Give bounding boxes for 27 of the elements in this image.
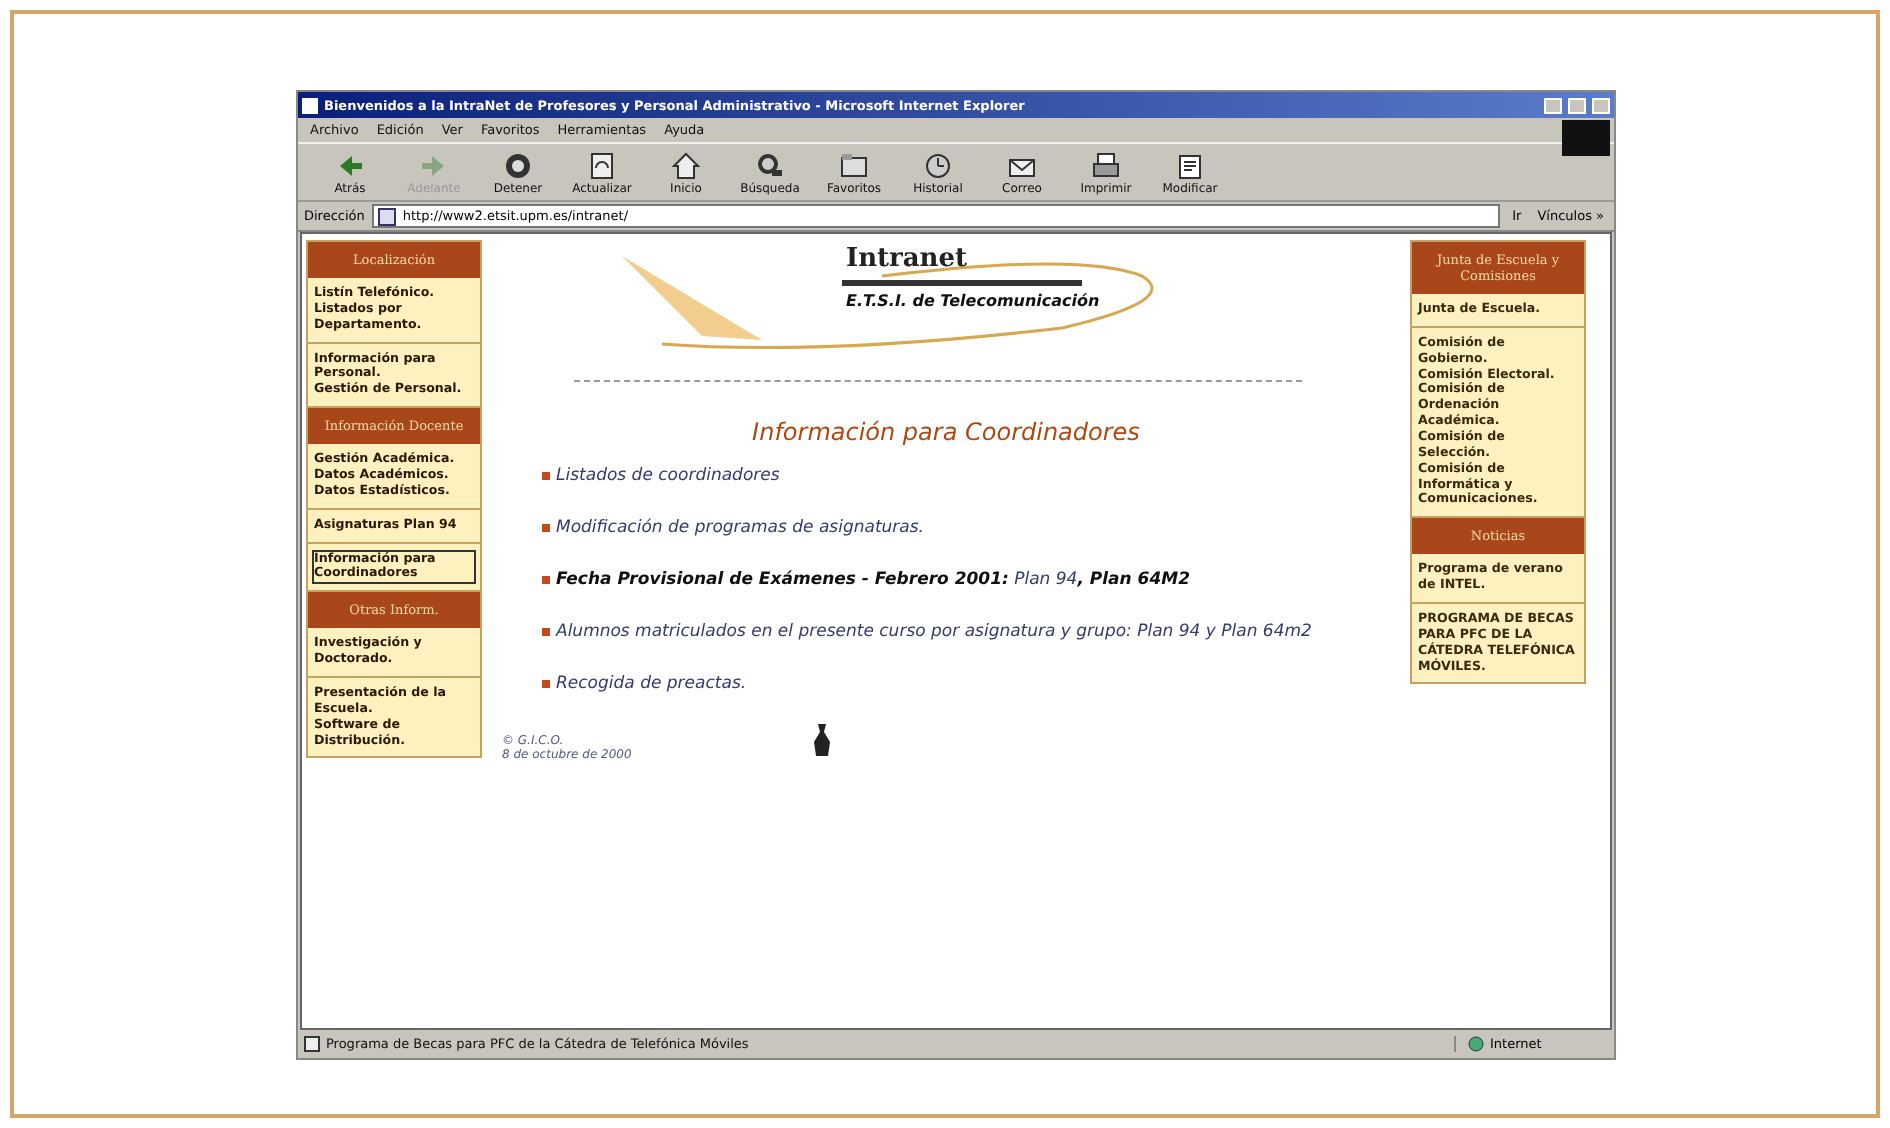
logo-title: Intranet xyxy=(846,244,968,274)
page-icon xyxy=(304,1036,320,1052)
maximize-button[interactable] xyxy=(1568,97,1586,113)
link-item[interactable]: Alumnos matriculados en el presente curso por asignatura y grupo: Plan 94 y Plan 64m2 xyxy=(556,622,1312,645)
bullet-icon xyxy=(542,628,550,637)
close-button[interactable] xyxy=(1592,97,1610,113)
search-icon xyxy=(752,149,788,181)
history-icon xyxy=(920,149,956,181)
print-icon xyxy=(1088,149,1124,181)
bullet-icon xyxy=(542,576,550,585)
link-item[interactable]: Recogida de preactas. xyxy=(556,674,747,697)
app-icon xyxy=(302,97,318,113)
link-item[interactable]: Modificación de programas de asignaturas. xyxy=(556,518,924,541)
logo-subtitle: E.T.S.I. de Telecomunicación xyxy=(846,292,1100,310)
figure-icon xyxy=(811,722,832,759)
link-item[interactable]: Listados de coordinadores xyxy=(556,466,780,489)
stop-icon xyxy=(500,149,536,181)
bullet-icon xyxy=(542,524,550,533)
page-heading: Información para Coordinadores xyxy=(750,418,1142,446)
link-item[interactable]: Fecha Provisional de Exámenes - Febrero 2001: Plan 94, Plan 64M2 xyxy=(556,570,1190,593)
home-icon xyxy=(668,149,704,181)
page-icon xyxy=(378,207,397,225)
favorites-icon xyxy=(836,149,872,181)
bullet-icon xyxy=(542,472,550,480)
globe-icon xyxy=(1468,1036,1484,1052)
minimize-button[interactable] xyxy=(1544,97,1562,113)
bullet-icon xyxy=(542,680,550,689)
